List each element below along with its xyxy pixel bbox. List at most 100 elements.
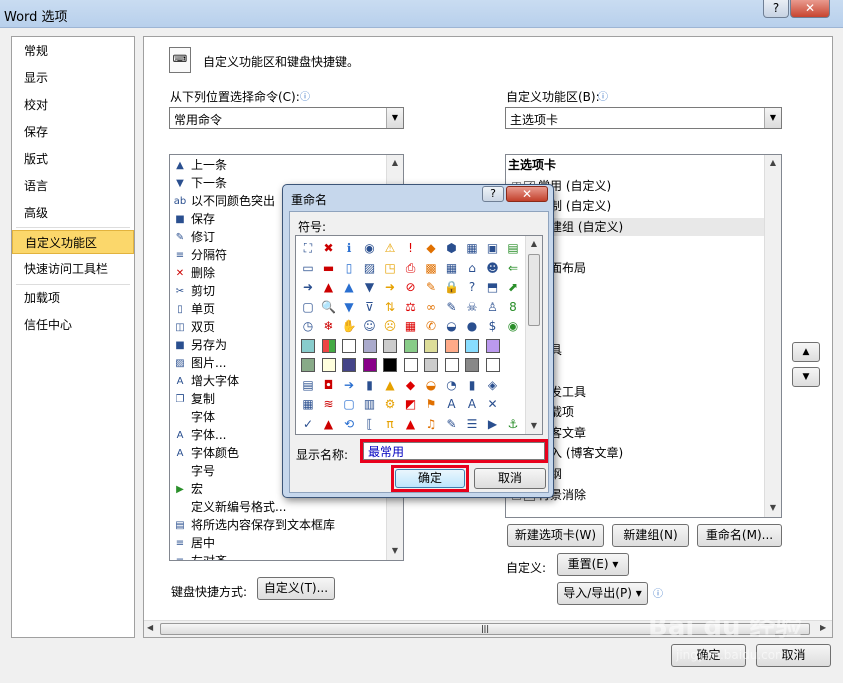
symbol-cell[interactable]: ?: [463, 278, 481, 296]
symbol-cell[interactable]: π: [381, 415, 399, 433]
symbol-cell[interactable]: ⌂: [463, 259, 481, 277]
symbol-cell[interactable]: ▦: [443, 259, 461, 277]
ribbon-tree-scrollbar[interactable]: ▲ ▼: [764, 155, 781, 517]
chevron-down-icon[interactable]: ▼: [764, 108, 781, 128]
command-item[interactable]: A 字体...: [173, 426, 227, 444]
symbol-cell[interactable]: ❄: [320, 317, 338, 335]
command-item[interactable]: ✂ 剪切: [173, 282, 215, 300]
command-item[interactable]: ≡ 左对齐: [173, 552, 227, 560]
scroll-down-icon[interactable]: ▼: [387, 543, 403, 559]
command-item[interactable]: ✎ 修订: [173, 228, 215, 246]
symbol-cell[interactable]: ▦: [402, 317, 420, 335]
color-swatch-symbol[interactable]: [362, 338, 377, 353]
symbol-cell[interactable]: ◩: [402, 395, 420, 413]
symbol-cell[interactable]: ▯: [340, 259, 358, 277]
import-export-button[interactable]: 导入/导出(P) ▾: [557, 582, 648, 605]
color-swatch-symbol[interactable]: [444, 358, 459, 372]
symbol-cell[interactable]: $: [484, 317, 502, 335]
color-swatch-symbol[interactable]: [465, 358, 479, 372]
symbol-cell[interactable]: ▲: [340, 278, 358, 296]
symbol-cell[interactable]: ▥: [361, 395, 379, 413]
symbol-cell[interactable]: ☻: [484, 259, 502, 277]
command-item[interactable]: 字体: [173, 408, 215, 426]
command-item[interactable]: ❐ 复制: [173, 390, 216, 408]
new-group-button[interactable]: 新建组(N): [612, 524, 689, 547]
command-item[interactable]: ≡ 分隔符: [173, 246, 227, 264]
symbol-cell[interactable]: ▭: [299, 259, 317, 277]
color-swatch-symbol[interactable]: [342, 358, 356, 372]
symbol-cell[interactable]: ▤: [504, 239, 522, 257]
symbol-cell[interactable]: ✎: [443, 298, 461, 316]
ribbon-tabs-combo[interactable]: 主选项卡 ▼: [505, 107, 782, 129]
scroll-down-icon[interactable]: ▼: [526, 418, 542, 434]
symbol-cell[interactable]: ⎙: [402, 259, 420, 277]
scroll-down-icon[interactable]: ▼: [765, 500, 781, 516]
symbol-cell[interactable]: ▨: [361, 259, 379, 277]
symbol-cell[interactable]: ∞: [422, 298, 440, 316]
nav-item-layout[interactable]: 版式: [12, 147, 134, 171]
symbol-cell[interactable]: ◉: [361, 239, 379, 257]
symbol-cell[interactable]: ➜: [381, 278, 399, 296]
symbol-cell[interactable]: ✎: [422, 278, 440, 296]
color-swatch-symbol[interactable]: [342, 338, 356, 353]
symbol-cell[interactable]: ☠: [463, 298, 481, 316]
command-item[interactable]: ▯ 单页: [173, 300, 215, 318]
command-item[interactable]: ✕ 删除: [173, 264, 215, 282]
symbol-cell[interactable]: ➔: [340, 376, 358, 394]
symbol-cell[interactable]: ▼: [361, 278, 379, 296]
command-item[interactable]: ▶ 宏: [173, 480, 203, 498]
symbol-cell[interactable]: ▲: [320, 415, 338, 433]
nav-item-customize-ribbon[interactable]: 自定义功能区: [12, 230, 134, 254]
command-item[interactable]: ▼ 下一条: [173, 174, 227, 192]
symbol-cell[interactable]: ◉: [504, 317, 522, 335]
command-item[interactable]: A 字体颜色: [173, 444, 239, 462]
symbol-cell[interactable]: ◒: [422, 376, 440, 394]
symbol-cell[interactable]: ⚖: [402, 298, 420, 316]
scroll-left-icon[interactable]: ◀: [147, 623, 153, 632]
nav-item-addins[interactable]: 加载项: [12, 286, 134, 310]
move-up-button[interactable]: ▲: [792, 342, 820, 362]
command-item[interactable]: ▨ 图片...: [173, 354, 226, 372]
symbol-cell[interactable]: ⬈: [504, 278, 522, 296]
command-item[interactable]: ◫ 双页: [173, 318, 215, 336]
scroll-thumb[interactable]: [528, 254, 540, 326]
scroll-up-icon[interactable]: ▲: [526, 236, 542, 252]
symbol-cell[interactable]: ⚙: [381, 395, 399, 413]
color-swatch-symbol[interactable]: [444, 338, 459, 353]
symbol-cell[interactable]: ⚓: [504, 415, 522, 433]
symbol-cell[interactable]: ☺: [361, 317, 379, 335]
symbol-cell[interactable]: ◒: [443, 317, 461, 335]
symbol-cell[interactable]: ▢: [299, 298, 317, 316]
dialog-help-button[interactable]: ?: [482, 186, 504, 202]
symbol-cell[interactable]: ⬒: [484, 278, 502, 296]
chevron-down-icon[interactable]: ▼: [386, 108, 403, 128]
symbol-grid[interactable]: ▲ ▼ ⛶ ✖ ℹ ◉ ⚠! ◆ ⬢ ▦ ▣ ▤ ▭ ▬ ▯ ▨ ◳ ⎙ ▩ ▦ ⌂ ☻ ⇐ ➜ ▲ ▲ ▼ ➜ ⊘ ✎ 🔒? ⬒ ⬈ ▢ 🔍 ▼…: [295, 235, 543, 435]
color-swatch-symbol[interactable]: [403, 358, 418, 372]
color-swatch-symbol[interactable]: [321, 338, 336, 353]
symbol-cell[interactable]: 8: [504, 298, 522, 316]
symbol-cell[interactable]: ♫: [422, 415, 440, 433]
symbol-cell[interactable]: ♙: [484, 298, 502, 316]
tree-item[interactable]: 主选项卡: [508, 156, 556, 174]
symbol-cell[interactable]: ▲: [320, 278, 338, 296]
symbol-cell[interactable]: ▼: [340, 298, 358, 316]
dialog-close-icon[interactable]: ✕: [506, 186, 548, 202]
symbol-cell[interactable]: ⟲: [340, 415, 358, 433]
commands-source-combo[interactable]: 常用命令 ▼: [169, 107, 404, 129]
rename-button[interactable]: 重命名(M)...: [697, 524, 782, 547]
symbol-cell[interactable]: ⊽: [361, 298, 379, 316]
symbol-cell[interactable]: ▶: [484, 415, 502, 433]
symbol-cell[interactable]: ▣: [484, 239, 502, 257]
dialog-cancel-button[interactable]: 取消: [474, 468, 546, 489]
symbol-cell[interactable]: ▲: [381, 376, 399, 394]
symbol-cell[interactable]: ☰: [463, 415, 481, 433]
reset-button[interactable]: 重置(E) ▾: [557, 553, 629, 576]
symbol-cell[interactable]: 🔒: [443, 278, 461, 296]
symbol-cell[interactable]: ✖: [320, 239, 338, 257]
symbol-cell[interactable]: ▮: [463, 376, 481, 394]
nav-item-quick-access[interactable]: 快速访问工具栏: [12, 257, 134, 281]
symbol-cell[interactable]: ◘: [320, 376, 338, 394]
symbol-cell[interactable]: ▤: [299, 376, 317, 394]
symbol-cell[interactable]: ●: [463, 317, 481, 335]
symbol-cell[interactable]: ≋: [320, 395, 338, 413]
